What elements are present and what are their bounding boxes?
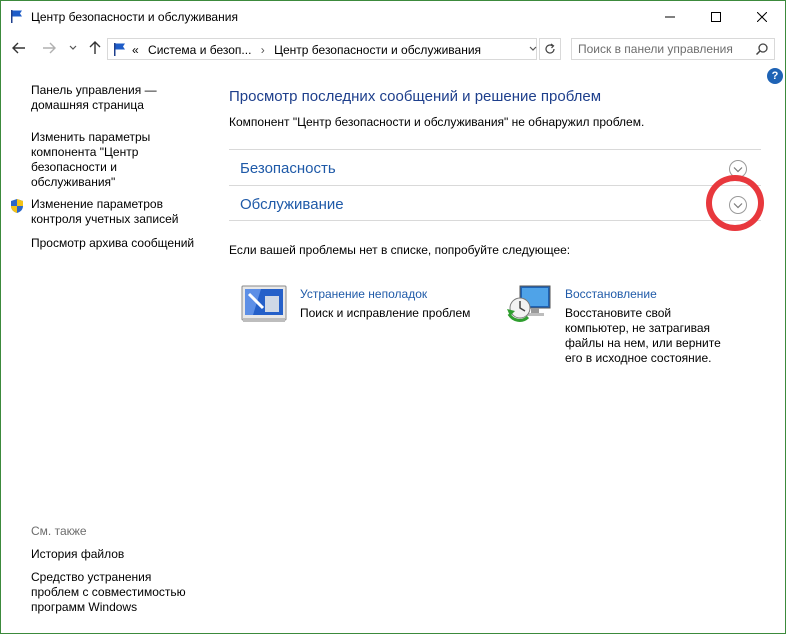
section-maintenance-label: Обслуживание (240, 196, 344, 213)
sidebar-item-change-settings[interactable]: Изменить параметры компонента "Центр без… (31, 130, 181, 190)
refresh-icon (545, 43, 555, 54)
troubleshooting-icon (241, 285, 287, 322)
address-bar[interactable]: « Система и безоп... › Центр безопасност… (107, 38, 537, 60)
close-button[interactable] (739, 1, 785, 32)
help-button[interactable]: ? (767, 68, 783, 84)
see-also-compat-troubleshooter[interactable]: Средство устранения проблем с совместимо… (31, 570, 201, 615)
breadcrumb-item-security-center[interactable]: Центр безопасности и обслуживания (274, 43, 481, 57)
breadcrumb-item-system[interactable]: Система и безоп... (148, 43, 251, 57)
section-security-label: Безопасность (240, 160, 336, 177)
breadcrumb-overflow[interactable]: « (132, 43, 139, 57)
chevron-down-icon (529, 46, 537, 51)
see-also-heading: См. также (31, 524, 87, 538)
sidebar-item-message-archive[interactable]: Просмотр архива сообщений (31, 236, 211, 251)
search-input[interactable] (578, 41, 748, 57)
control-panel-window: Центр безопасности и обслуживания « Сист… (0, 0, 786, 634)
recovery-link[interactable]: Восстановление (565, 287, 657, 301)
chevron-down-icon (69, 45, 77, 50)
left-pane: Панель управления — домашняя страница Из… (1, 64, 211, 624)
flag-icon (11, 10, 22, 23)
address-dropdown-button[interactable] (526, 42, 540, 56)
arrow-left-icon (12, 42, 25, 54)
maximize-icon (711, 11, 721, 22)
section-maintenance[interactable]: Обслуживание (229, 185, 761, 221)
troubleshooting-link[interactable]: Устранение неполадок (300, 287, 427, 301)
section-security[interactable]: Безопасность (229, 149, 761, 185)
refresh-button[interactable] (539, 38, 561, 60)
close-icon (757, 11, 767, 22)
recent-locations-button[interactable] (65, 40, 81, 56)
minimize-icon (665, 16, 675, 17)
uac-shield-icon (11, 199, 23, 213)
sidebar-item-uac-settings[interactable]: Изменение параметров контроля учетных за… (31, 197, 191, 227)
flag-icon (114, 43, 125, 56)
navigation-bar: « Система и безоп... › Центр безопасност… (1, 32, 785, 64)
status-message: Компонент "Центр безопасности и обслужив… (229, 115, 645, 129)
chevron-right-icon[interactable]: › (261, 43, 265, 57)
try-following-text: Если вашей проблемы нет в списке, попроб… (229, 243, 571, 257)
highlight-circle (706, 175, 764, 231)
breadcrumb: « Система и безоп... › Центр безопасност… (132, 43, 481, 57)
page-title: Просмотр последних сообщений и решение п… (229, 88, 602, 105)
troubleshooting-description: Поиск и исправление проблем (300, 306, 471, 320)
window-title: Центр безопасности и обслуживания (31, 10, 238, 24)
arrow-up-icon (89, 41, 101, 54)
recovery-description: Восстановите свой компьютер, не затрагив… (565, 306, 721, 365)
minimize-button[interactable] (647, 1, 693, 32)
arrow-right-icon (43, 42, 56, 54)
recovery-icon (507, 285, 551, 322)
back-button[interactable] (11, 40, 27, 56)
up-button[interactable] (87, 40, 103, 56)
search-box[interactable] (571, 38, 775, 60)
maximize-button[interactable] (693, 1, 739, 32)
search-icon[interactable] (755, 42, 769, 56)
see-also-file-history[interactable]: История файлов (31, 547, 191, 562)
forward-button[interactable] (41, 40, 57, 56)
sidebar-item-home[interactable]: Панель управления — домашняя страница (31, 83, 181, 113)
title-bar: Центр безопасности и обслуживания (1, 1, 785, 32)
